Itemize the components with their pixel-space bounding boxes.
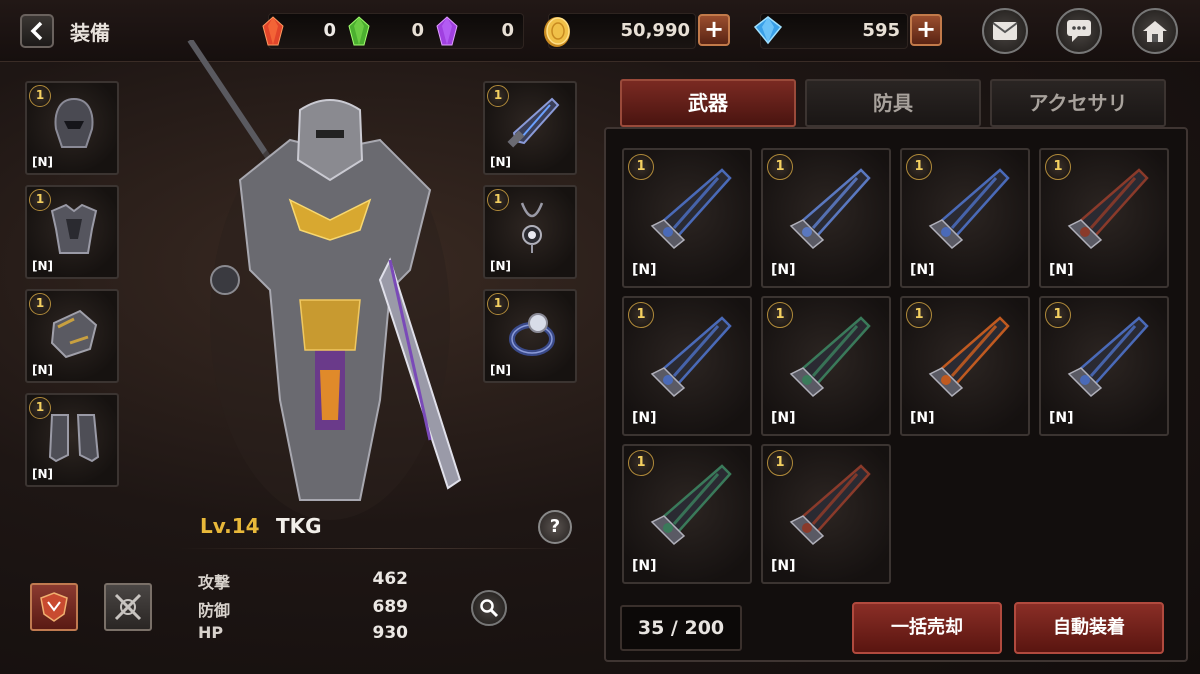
character-name: TKG bbox=[276, 514, 322, 538]
item-grade-tag: [N] bbox=[1049, 410, 1074, 426]
item-grade-tag: [N] bbox=[32, 259, 54, 273]
weapon-icon bbox=[1067, 316, 1149, 398]
weapon-icon bbox=[650, 316, 732, 398]
item-grade-tag: [N] bbox=[32, 155, 54, 169]
item-grade-tag: [N] bbox=[490, 259, 512, 273]
mail-button[interactable] bbox=[982, 8, 1028, 54]
stat-label-hp: HP bbox=[198, 623, 224, 642]
character-model[interactable] bbox=[180, 40, 480, 560]
weapon-icon bbox=[928, 316, 1010, 398]
equip-slot-necklace[interactable]: 1 [N] bbox=[483, 185, 577, 279]
tab-armor[interactable]: 防具 bbox=[805, 79, 981, 127]
inventory-item[interactable]: 1 [N] bbox=[761, 148, 891, 288]
emblem-icon bbox=[40, 592, 68, 622]
inventory-item[interactable]: 1 [N] bbox=[761, 296, 891, 436]
equip-slot-gloves[interactable]: 1 [N] bbox=[25, 289, 119, 383]
inventory-count: 35 / 200 bbox=[620, 605, 742, 651]
ring-icon bbox=[509, 313, 555, 356]
stat-value-defense: 689 bbox=[372, 597, 409, 617]
diamond-icon bbox=[753, 16, 783, 45]
stat-label-defense: 防御 bbox=[198, 601, 231, 620]
mail-icon bbox=[992, 22, 1018, 40]
weapon-icon bbox=[650, 168, 732, 250]
crossed-swords-icon bbox=[114, 593, 142, 621]
item-grade-tag: [N] bbox=[771, 558, 796, 574]
add-diamond-button[interactable]: + bbox=[910, 14, 942, 46]
stats-detail-button[interactable] bbox=[471, 590, 507, 626]
chest-armor-icon bbox=[50, 203, 98, 254]
item-grade-tag: [N] bbox=[32, 467, 54, 481]
stat-value-attack: 462 bbox=[372, 569, 409, 589]
equip-slot-armor[interactable]: 1 [N] bbox=[25, 185, 119, 279]
stat-value-hp: 930 bbox=[372, 623, 409, 643]
item-grade-tag: [N] bbox=[910, 262, 935, 278]
equip-slot-weapon[interactable]: 1 [N] bbox=[483, 81, 577, 175]
help-button[interactable]: ? bbox=[538, 510, 572, 544]
stat-label-attack: 攻撃 bbox=[198, 573, 231, 592]
green-gem-count: 0 bbox=[411, 20, 424, 41]
weapon-icon bbox=[789, 316, 871, 398]
item-grade-tag: [N] bbox=[771, 410, 796, 426]
weapon-icon bbox=[507, 97, 560, 148]
back-button[interactable] bbox=[20, 14, 54, 48]
equip-slot-ring[interactable]: 1 [N] bbox=[483, 289, 577, 383]
item-grade-tag: [N] bbox=[632, 410, 657, 426]
inventory-item[interactable]: 1 [N] bbox=[622, 148, 752, 288]
divider bbox=[180, 548, 580, 549]
inventory-item[interactable]: 1 [N] bbox=[622, 444, 752, 584]
page-title: 装備 bbox=[70, 21, 110, 45]
chat-icon bbox=[1067, 20, 1091, 42]
crossed-swords-button[interactable] bbox=[104, 583, 152, 631]
inventory-item[interactable]: 1 [N] bbox=[900, 148, 1030, 288]
gauntlet-icon bbox=[50, 309, 98, 359]
tab-accessory[interactable]: アクセサリ bbox=[990, 79, 1166, 127]
home-button[interactable] bbox=[1132, 8, 1178, 54]
weapon-icon bbox=[789, 464, 871, 546]
chat-button[interactable] bbox=[1056, 8, 1102, 54]
item-grade-tag: [N] bbox=[632, 262, 657, 278]
item-grade-tag: [N] bbox=[32, 363, 54, 377]
purple-gem-count: 0 bbox=[501, 20, 514, 41]
boots-icon bbox=[48, 414, 100, 463]
inventory-item[interactable]: 1 [N] bbox=[1039, 296, 1169, 436]
weapon-icon bbox=[650, 464, 732, 546]
gold-coin-icon bbox=[544, 17, 570, 47]
emblem-button[interactable] bbox=[30, 583, 78, 631]
item-grade-tag: [N] bbox=[1049, 262, 1074, 278]
diamond-count: 595 bbox=[862, 20, 900, 41]
add-gold-button[interactable]: + bbox=[698, 14, 730, 46]
necklace-icon bbox=[520, 202, 544, 253]
magnifier-icon bbox=[480, 599, 499, 618]
chevron-left-icon bbox=[30, 21, 43, 41]
inventory-item[interactable]: 1 [N] bbox=[1039, 148, 1169, 288]
item-grade-tag: [N] bbox=[632, 558, 657, 574]
equip-slot-helmet[interactable]: 1 [N] bbox=[25, 81, 119, 175]
sell-all-button[interactable]: 一括売却 bbox=[852, 602, 1002, 654]
home-icon bbox=[1143, 21, 1167, 42]
red-gem-count: 0 bbox=[323, 20, 336, 41]
inventory-item[interactable]: 1 [N] bbox=[761, 444, 891, 584]
inventory-item[interactable]: 1 [N] bbox=[900, 296, 1030, 436]
item-grade-tag: [N] bbox=[490, 155, 512, 169]
character-level: Lv.14 bbox=[200, 514, 260, 538]
equip-slot-boots[interactable]: 1 [N] bbox=[25, 393, 119, 487]
weapon-icon bbox=[1067, 168, 1149, 250]
item-grade-tag: [N] bbox=[490, 363, 512, 377]
gold-count: 50,990 bbox=[620, 20, 690, 41]
inventory-item[interactable]: 1 [N] bbox=[622, 296, 752, 436]
item-grade-tag: [N] bbox=[771, 262, 796, 278]
auto-equip-button[interactable]: 自動装着 bbox=[1014, 602, 1164, 654]
weapon-icon bbox=[789, 168, 871, 250]
tab-weapon[interactable]: 武器 bbox=[620, 79, 796, 127]
weapon-icon bbox=[928, 168, 1010, 250]
helmet-icon bbox=[54, 97, 94, 148]
item-grade-tag: [N] bbox=[910, 410, 935, 426]
